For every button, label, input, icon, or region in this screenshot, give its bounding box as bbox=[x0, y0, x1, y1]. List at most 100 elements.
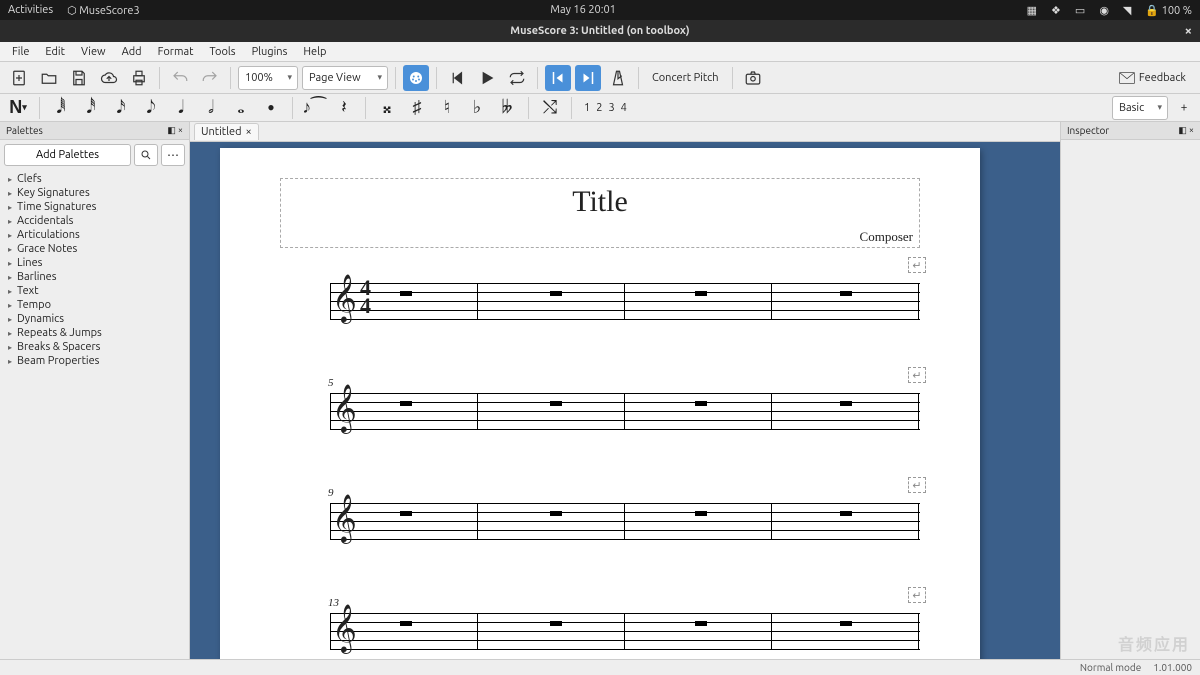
whole-rest[interactable] bbox=[695, 511, 707, 516]
palette-lines[interactable]: Lines bbox=[4, 256, 185, 270]
system-break-icon[interactable]: ↵ bbox=[908, 477, 926, 493]
whole-rest[interactable] bbox=[400, 401, 412, 406]
double-sharp[interactable]: 𝄪 bbox=[375, 96, 399, 120]
view-mode-combo[interactable]: Page View bbox=[302, 66, 388, 90]
loop-button[interactable] bbox=[504, 65, 530, 91]
whole-rest[interactable] bbox=[550, 621, 562, 626]
voice-3[interactable]: 3 bbox=[605, 102, 617, 114]
treble-clef[interactable]: 𝄞 bbox=[332, 275, 357, 323]
menu-file[interactable]: File bbox=[6, 44, 35, 60]
whole-rest[interactable] bbox=[550, 511, 562, 516]
palette-clefs[interactable]: Clefs bbox=[4, 172, 185, 186]
staff-system[interactable]: 𝄞9↵ bbox=[280, 503, 920, 539]
wifi-icon[interactable]: ◥ bbox=[1123, 4, 1131, 17]
palette-accidentals[interactable]: Accidentals bbox=[4, 214, 185, 228]
tray-icon-2[interactable]: ❖ bbox=[1051, 4, 1061, 17]
sharp[interactable]: ♯ bbox=[405, 96, 429, 120]
activities-button[interactable]: Activities bbox=[8, 4, 53, 16]
palettes-menu-button[interactable]: ⋯ bbox=[161, 144, 185, 166]
duration-32nd[interactable]: 𝅘𝅥𝅰 bbox=[79, 96, 103, 120]
score-canvas[interactable]: Untitled× Title Composer 𝄞44↵𝄞5↵𝄞9↵𝄞13↵ bbox=[190, 122, 1060, 659]
tray-icon-1[interactable]: ▦ bbox=[1027, 4, 1037, 17]
save-online-button[interactable] bbox=[96, 65, 122, 91]
loop-out-button[interactable] bbox=[575, 65, 601, 91]
image-capture-button[interactable] bbox=[740, 65, 766, 91]
app-menu[interactable]: ⬡ MuseScore3 bbox=[67, 4, 140, 17]
battery-icon[interactable]: 🔒 100 % bbox=[1145, 4, 1192, 17]
workspace-combo[interactable]: Basic bbox=[1112, 96, 1168, 120]
concert-pitch-button[interactable]: Concert Pitch bbox=[646, 72, 725, 84]
palette-barlines[interactable]: Barlines bbox=[4, 270, 185, 284]
duration-16th[interactable]: 𝅘𝅥𝅯 bbox=[109, 96, 133, 120]
whole-rest[interactable] bbox=[840, 511, 852, 516]
rewind-button[interactable] bbox=[444, 65, 470, 91]
double-flat[interactable]: 𝄫 bbox=[495, 96, 519, 120]
voice-2[interactable]: 2 bbox=[593, 102, 605, 114]
flip-direction[interactable]: ⤭ bbox=[538, 96, 562, 120]
natural[interactable]: ♮ bbox=[435, 96, 459, 120]
staff-system[interactable]: 𝄞44↵ bbox=[280, 283, 920, 319]
augmentation-dot[interactable]: • bbox=[259, 96, 283, 120]
time-signature[interactable]: 44 bbox=[360, 279, 371, 315]
whole-rest[interactable] bbox=[400, 291, 412, 296]
inspector-dock-controls[interactable]: ◧ × bbox=[1178, 125, 1194, 136]
toggle-midi-button[interactable] bbox=[403, 65, 429, 91]
duration-8th[interactable]: 𝅘𝅥𝅮 bbox=[139, 96, 163, 120]
palette-time-signatures[interactable]: Time Signatures bbox=[4, 200, 185, 214]
flat[interactable]: ♭ bbox=[465, 96, 489, 120]
palette-articulations[interactable]: Articulations bbox=[4, 228, 185, 242]
open-button[interactable] bbox=[36, 65, 62, 91]
print-button[interactable] bbox=[126, 65, 152, 91]
voice-1[interactable]: 1 bbox=[581, 102, 593, 114]
tie-button[interactable]: ♪⁀ bbox=[302, 96, 326, 120]
save-button[interactable] bbox=[66, 65, 92, 91]
palette-breaks-spacers[interactable]: Breaks & Spacers bbox=[4, 340, 185, 354]
note-input-button[interactable]: N▾ bbox=[6, 96, 30, 120]
score-title[interactable]: Title bbox=[281, 185, 919, 219]
menu-add[interactable]: Add bbox=[116, 44, 148, 60]
undo-button[interactable] bbox=[167, 65, 193, 91]
treble-clef[interactable]: 𝄞 bbox=[332, 385, 357, 433]
document-tab[interactable]: Untitled× bbox=[194, 123, 259, 140]
play-button[interactable] bbox=[474, 65, 500, 91]
palette-tempo[interactable]: Tempo bbox=[4, 298, 185, 312]
whole-rest[interactable] bbox=[840, 291, 852, 296]
voice-4[interactable]: 4 bbox=[618, 102, 630, 114]
whole-rest[interactable] bbox=[550, 291, 562, 296]
staff-system[interactable]: 𝄞5↵ bbox=[280, 393, 920, 429]
title-frame[interactable]: Title Composer bbox=[280, 178, 920, 248]
accessibility-icon[interactable]: ◉ bbox=[1099, 4, 1109, 17]
rest-button[interactable]: 𝄽 bbox=[332, 96, 356, 120]
palettes-search-button[interactable] bbox=[134, 144, 158, 166]
system-break-icon[interactable]: ↵ bbox=[908, 587, 926, 603]
whole-rest[interactable] bbox=[695, 401, 707, 406]
menu-help[interactable]: Help bbox=[297, 44, 332, 60]
duration-64th[interactable]: 𝅘𝅥𝅱 bbox=[49, 96, 73, 120]
menu-edit[interactable]: Edit bbox=[39, 44, 71, 60]
tab-close-icon[interactable]: × bbox=[246, 126, 252, 138]
zoom-combo[interactable]: 100% bbox=[238, 66, 298, 90]
menu-view[interactable]: View bbox=[75, 44, 112, 60]
palettes-dock-controls[interactable]: ◧ × bbox=[167, 125, 183, 136]
window-close-icon[interactable]: × bbox=[1185, 24, 1192, 38]
palette-dynamics[interactable]: Dynamics bbox=[4, 312, 185, 326]
system-break-icon[interactable]: ↵ bbox=[908, 257, 926, 273]
loop-in-button[interactable] bbox=[545, 65, 571, 91]
treble-clef[interactable]: 𝄞 bbox=[332, 495, 357, 543]
palette-key-signatures[interactable]: Key Signatures bbox=[4, 186, 185, 200]
duration-whole[interactable]: 𝅝 bbox=[229, 96, 253, 120]
redo-button[interactable] bbox=[197, 65, 223, 91]
system-break-icon[interactable]: ↵ bbox=[908, 367, 926, 383]
tray-icon-3[interactable]: ▭ bbox=[1075, 4, 1085, 17]
add-palettes-button[interactable]: Add Palettes bbox=[4, 144, 131, 166]
palette-beam-properties[interactable]: Beam Properties bbox=[4, 354, 185, 368]
whole-rest[interactable] bbox=[695, 621, 707, 626]
menu-plugins[interactable]: Plugins bbox=[246, 44, 294, 60]
new-score-button[interactable] bbox=[6, 65, 32, 91]
whole-rest[interactable] bbox=[400, 621, 412, 626]
palette-grace-notes[interactable]: Grace Notes bbox=[4, 242, 185, 256]
composer-label[interactable]: Composer bbox=[860, 229, 913, 245]
treble-clef[interactable]: 𝄞 bbox=[332, 605, 357, 653]
whole-rest[interactable] bbox=[695, 291, 707, 296]
clock[interactable]: May 16 20:01 bbox=[550, 4, 615, 16]
